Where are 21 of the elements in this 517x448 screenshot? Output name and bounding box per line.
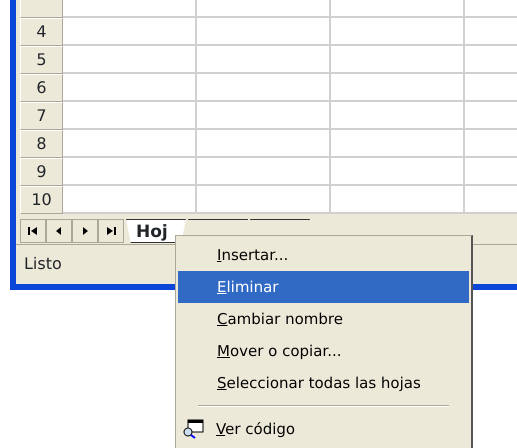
menu-item[interactable]: Seleccionar todas las hojas	[178, 367, 469, 399]
code-window-icon	[182, 419, 204, 439]
row-header: 8	[20, 130, 63, 158]
row-header: 10	[20, 186, 63, 214]
tab-scroll-button[interactable]	[98, 219, 124, 243]
row-header: 9	[20, 158, 63, 186]
last-arrow-icon	[105, 225, 117, 237]
row-header: 4	[20, 18, 63, 46]
tab-scroll-button[interactable]	[20, 219, 46, 243]
first-arrow-icon	[27, 225, 39, 237]
row-header: 6	[20, 74, 63, 102]
menu-item[interactable]: Eliminar	[178, 271, 469, 303]
tab-scroll-button[interactable]	[72, 219, 98, 243]
tab-scroll-button[interactable]	[46, 219, 72, 243]
row-header: 5	[20, 46, 63, 74]
row-header: 7	[20, 102, 63, 130]
sheet-tab[interactable]: Hoj	[126, 219, 186, 243]
status-text: Listo	[24, 252, 62, 274]
menu-item[interactable]: Mover o copiar...	[178, 335, 469, 367]
menu-item[interactable]: Ver código	[178, 413, 469, 445]
menu-item[interactable]: Cambiar nombre	[178, 303, 469, 335]
